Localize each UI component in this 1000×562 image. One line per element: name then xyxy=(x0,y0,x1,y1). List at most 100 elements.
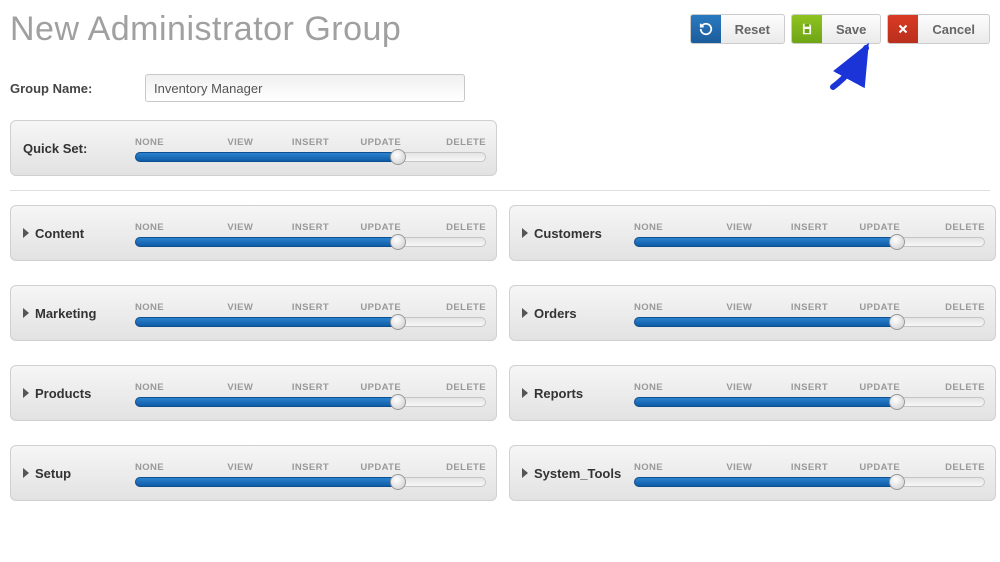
slider-step-label: NONE xyxy=(135,462,205,473)
slider-step-label: UPDATE xyxy=(346,462,416,473)
section-panel: Orders NONEVIEWINSERTUPDATEDELETE xyxy=(509,285,996,341)
divider xyxy=(10,190,990,191)
chevron-right-icon xyxy=(23,468,29,478)
slider-step-label: DELETE xyxy=(915,382,985,393)
slider-step-label: UPDATE xyxy=(346,302,416,313)
slider-step-label: NONE xyxy=(634,302,704,313)
slider-step-label: INSERT xyxy=(774,462,844,473)
slider-handle[interactable] xyxy=(390,234,406,250)
section-toggle[interactable]: Marketing xyxy=(23,306,135,321)
section-panel: Marketing NONEVIEWINSERTUPDATEDELETE xyxy=(10,285,497,341)
chevron-right-icon xyxy=(522,388,528,398)
group-name-row: Group Name: xyxy=(10,74,990,102)
slider-step-label: NONE xyxy=(135,137,205,148)
slider-step-labels: NONEVIEWINSERTUPDATEDELETE xyxy=(135,462,486,473)
slider-handle[interactable] xyxy=(390,149,406,165)
slider-step-label: VIEW xyxy=(205,222,275,233)
slider-step-label: DELETE xyxy=(915,462,985,473)
slider-handle[interactable] xyxy=(889,394,905,410)
slider-step-label: UPDATE xyxy=(845,382,915,393)
cancel-icon xyxy=(888,15,918,43)
section-toggle[interactable]: Setup xyxy=(23,466,135,481)
slider-handle[interactable] xyxy=(889,234,905,250)
reset-button[interactable]: Reset xyxy=(690,14,785,44)
slider-step-label: INSERT xyxy=(275,302,345,313)
permission-slider[interactable]: NONEVIEWINSERTUPDATEDELETE xyxy=(634,300,985,327)
section-label: Setup xyxy=(35,466,71,481)
slider-step-label: UPDATE xyxy=(845,222,915,233)
slider-step-labels: NONEVIEWINSERTUPDATEDELETE xyxy=(634,382,985,393)
slider-step-label: INSERT xyxy=(774,382,844,393)
slider-step-label: UPDATE xyxy=(346,382,416,393)
section-panel: Customers NONEVIEWINSERTUPDATEDELETE xyxy=(509,205,996,261)
chevron-right-icon xyxy=(23,388,29,398)
slider-step-labels: NONEVIEWINSERTUPDATEDELETE xyxy=(135,382,486,393)
permission-slider[interactable]: NONEVIEWINSERTUPDATEDELETE xyxy=(634,220,985,247)
section-toggle[interactable]: Products xyxy=(23,386,135,401)
group-name-label: Group Name: xyxy=(10,81,120,96)
section-toggle[interactable]: Orders xyxy=(522,306,634,321)
section-toggle[interactable]: System_Tools xyxy=(522,466,634,481)
permission-slider[interactable]: NONEVIEWINSERTUPDATEDELETE xyxy=(135,380,486,407)
slider-step-labels: NONEVIEWINSERTUPDATEDELETE xyxy=(634,222,985,233)
chevron-right-icon xyxy=(23,308,29,318)
slider-step-label: INSERT xyxy=(774,302,844,313)
section-label: System_Tools xyxy=(534,466,621,481)
slider-step-label: INSERT xyxy=(275,382,345,393)
slider-step-label: VIEW xyxy=(704,222,774,233)
slider-step-label: VIEW xyxy=(704,302,774,313)
permission-slider[interactable]: NONEVIEWINSERTUPDATEDELETE xyxy=(634,380,985,407)
section-panel: Content NONEVIEWINSERTUPDATEDELETE xyxy=(10,205,497,261)
cancel-button[interactable]: Cancel xyxy=(887,14,990,44)
section-panel: ReportsNONEVIEWINSERTUPDATEDELETE xyxy=(509,365,996,421)
section-toggle[interactable]: Customers xyxy=(522,226,634,241)
slider-step-labels: NONEVIEWINSERTUPDATEDELETE xyxy=(135,302,486,313)
slider-step-label: INSERT xyxy=(774,222,844,233)
slider-handle[interactable] xyxy=(390,314,406,330)
quickset-slider[interactable]: NONEVIEWINSERTUPDATEDELETE xyxy=(135,135,486,162)
slider-step-label: DELETE xyxy=(915,222,985,233)
slider-handle[interactable] xyxy=(390,394,406,410)
slider-step-labels: NONEVIEWINSERTUPDATEDELETE xyxy=(634,462,985,473)
reset-icon xyxy=(691,15,721,43)
save-button[interactable]: Save xyxy=(791,14,881,44)
slider-step-label: DELETE xyxy=(416,382,486,393)
section-label: Orders xyxy=(534,306,577,321)
slider-step-label: DELETE xyxy=(416,302,486,313)
slider-step-label: UPDATE xyxy=(346,137,416,148)
slider-step-label: NONE xyxy=(135,302,205,313)
permission-slider[interactable]: NONEVIEWINSERTUPDATEDELETE xyxy=(135,220,486,247)
slider-step-label: UPDATE xyxy=(346,222,416,233)
section-panel: ProductsNONEVIEWINSERTUPDATEDELETE xyxy=(10,365,497,421)
section-toggle[interactable]: Reports xyxy=(522,386,634,401)
slider-step-label: NONE xyxy=(634,382,704,393)
slider-handle[interactable] xyxy=(390,474,406,490)
permission-slider[interactable]: NONEVIEWINSERTUPDATEDELETE xyxy=(634,460,985,487)
section-label: Customers xyxy=(534,226,602,241)
slider-step-label: NONE xyxy=(634,222,704,233)
page-title: New Administrator Group xyxy=(10,10,401,49)
slider-handle[interactable] xyxy=(889,474,905,490)
section-label: Content xyxy=(35,226,84,241)
permission-slider[interactable]: NONEVIEWINSERTUPDATEDELETE xyxy=(135,460,486,487)
section-toggle[interactable]: Content xyxy=(23,226,135,241)
chevron-right-icon xyxy=(522,308,528,318)
section-label: Marketing xyxy=(35,306,96,321)
slider-step-label: NONE xyxy=(135,222,205,233)
slider-step-labels: NONEVIEWINSERTUPDATEDELETE xyxy=(135,222,486,233)
slider-step-label: INSERT xyxy=(275,462,345,473)
section-panel: Setup NONEVIEWINSERTUPDATEDELETE xyxy=(10,445,497,501)
quickset-panel: Quick Set: NONEVIEWINSERTUPDATEDELETE xyxy=(10,120,497,176)
group-name-input[interactable] xyxy=(145,74,465,102)
chevron-right-icon xyxy=(23,228,29,238)
slider-step-label: VIEW xyxy=(205,302,275,313)
slider-step-label: DELETE xyxy=(416,462,486,473)
slider-step-label: UPDATE xyxy=(845,302,915,313)
section-panel: System_Tools NONEVIEWINSERTUPDATEDELETE xyxy=(509,445,996,501)
permission-slider[interactable]: NONEVIEWINSERTUPDATEDELETE xyxy=(135,300,486,327)
slider-step-labels: NONEVIEWINSERTUPDATEDELETE xyxy=(634,302,985,313)
slider-handle[interactable] xyxy=(889,314,905,330)
slider-step-label: NONE xyxy=(634,462,704,473)
save-label: Save xyxy=(822,15,880,43)
save-icon xyxy=(792,15,822,43)
